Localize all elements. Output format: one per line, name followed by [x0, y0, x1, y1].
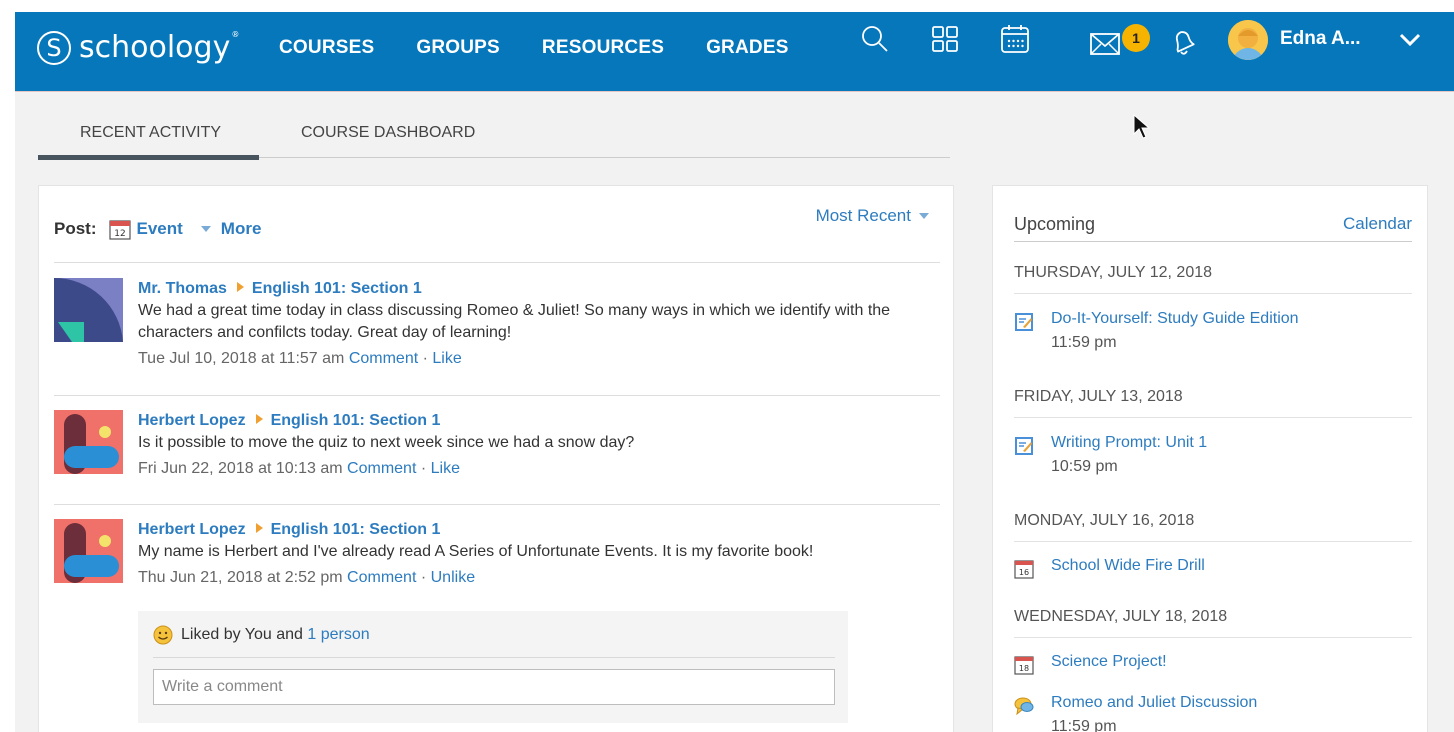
divider — [54, 504, 940, 505]
likes-summary: Liked by You and 1 person — [153, 625, 370, 645]
feed-item-body: Mr. Thomas English 101: Section 1 We had … — [138, 278, 938, 370]
user-avatar[interactable] — [54, 519, 123, 583]
upcoming-header: Upcoming Calendar — [1014, 212, 1412, 242]
event-time: 11:59 pm — [1051, 334, 1117, 351]
course-avatar[interactable] — [54, 278, 123, 342]
activity-tabs: RECENT ACTIVITY COURSE DASHBOARD — [38, 110, 950, 160]
post-time: Thu Jun 21, 2018 at 2:52 pm — [138, 569, 343, 586]
user-avatar[interactable] — [1228, 20, 1268, 60]
discussion-icon — [1014, 697, 1034, 716]
post-text: Is it possible to move the quiz to next … — [138, 434, 635, 451]
post-meta: Tue Jul 10, 2018 at 11:57 am Comment · L… — [138, 350, 462, 367]
day-heading: MONDAY, JULY 16, 2018 — [1014, 512, 1412, 542]
search-icon[interactable] — [858, 22, 892, 56]
like-link[interactable]: Like — [432, 350, 461, 367]
divider — [54, 395, 940, 396]
sort-dropdown[interactable]: Most Recent — [816, 206, 929, 226]
schoology-logo[interactable]: S schoology® — [37, 30, 239, 65]
post-text: My name is Herbert and I've already read… — [138, 543, 814, 560]
active-tab-indicator — [38, 155, 259, 160]
author-link[interactable]: Mr. Thomas — [138, 280, 227, 297]
comment-link[interactable]: Comment — [349, 350, 418, 367]
post-meta: Fri Jun 22, 2018 at 10:13 am Comment · L… — [138, 460, 460, 477]
event-time: 10:59 pm — [1051, 458, 1118, 475]
user-avatar[interactable] — [54, 410, 123, 474]
course-link[interactable]: English 101: Section 1 — [252, 280, 422, 297]
user-name[interactable]: Edna A... — [1280, 28, 1361, 50]
notifications-bell-icon[interactable] — [1166, 26, 1200, 60]
comment-input[interactable] — [153, 669, 835, 705]
day-heading: THURSDAY, JULY 12, 2018 — [1014, 264, 1412, 294]
assignment-icon — [1015, 437, 1033, 455]
main-nav: COURSES GROUPS RESOURCES GRADES — [279, 37, 831, 59]
unlike-link[interactable]: Unlike — [431, 569, 475, 586]
event-title[interactable]: School Wide Fire Drill — [1051, 557, 1205, 575]
caret-down-icon — [919, 213, 929, 219]
post-more-button[interactable]: More — [200, 219, 261, 239]
calendar-icon[interactable] — [998, 22, 1032, 56]
logo-mark: S — [37, 30, 71, 65]
event-title[interactable]: Writing Prompt: Unit 1 — [1051, 434, 1207, 452]
chevron-down-icon[interactable] — [1398, 30, 1422, 50]
liked-by-people-link[interactable]: 1 person — [307, 626, 369, 644]
tab-course-dashboard[interactable]: COURSE DASHBOARD — [301, 124, 475, 142]
svg-text:18: 18 — [1019, 664, 1029, 673]
likes-comments-box: Liked by You and 1 person — [138, 611, 848, 723]
divider — [153, 657, 835, 658]
calendar-icon: 18 — [1014, 656, 1034, 675]
event-title[interactable]: Do-It-Yourself: Study Guide Edition — [1051, 310, 1299, 328]
post-bar: Post: 12 Event More — [54, 218, 261, 240]
day-heading: FRIDAY, JULY 13, 2018 — [1014, 388, 1412, 418]
post-meta: Thu Jun 21, 2018 at 2:52 pm Comment · Un… — [138, 569, 476, 586]
course-link[interactable]: English 101: Section 1 — [271, 412, 441, 429]
post-label: Post: — [54, 219, 97, 238]
caret-down-icon — [200, 226, 211, 232]
nav-groups[interactable]: GROUPS — [416, 37, 500, 59]
assignment-icon — [1015, 313, 1033, 331]
svg-text:16: 16 — [1019, 568, 1029, 577]
upcoming-panel: Upcoming Calendar THURSDAY, JULY 12, 201… — [992, 185, 1428, 732]
comment-link[interactable]: Comment — [347, 460, 416, 477]
like-link[interactable]: Like — [431, 460, 460, 477]
event-title[interactable]: Romeo and Juliet Discussion — [1051, 694, 1257, 712]
event-calendar-icon: 12 — [108, 220, 131, 240]
calendar-icon: 16 — [1014, 560, 1034, 579]
upcoming-title: Upcoming — [1014, 214, 1096, 234]
svg-text:12: 12 — [114, 229, 125, 239]
nav-grades[interactable]: GRADES — [706, 37, 789, 59]
feed-item-body: Herbert Lopez English 101: Section 1 Is i… — [138, 410, 938, 480]
day-heading: WEDNESDAY, JULY 18, 2018 — [1014, 608, 1412, 638]
feed-item-body: Herbert Lopez English 101: Section 1 My n… — [138, 519, 938, 589]
tab-recent-activity[interactable]: RECENT ACTIVITY — [80, 124, 221, 142]
post-time: Fri Jun 22, 2018 at 10:13 am — [138, 460, 343, 477]
arrow-right-icon — [255, 523, 263, 533]
author-link[interactable]: Herbert Lopez — [138, 521, 246, 538]
messages-icon[interactable] — [1088, 28, 1122, 62]
author-link[interactable]: Herbert Lopez — [138, 412, 246, 429]
messages-badge: 1 — [1122, 24, 1150, 52]
apps-grid-icon[interactable] — [928, 22, 962, 56]
smiley-icon — [153, 625, 173, 645]
arrow-right-icon — [236, 282, 244, 292]
mouse-cursor-icon — [1133, 114, 1151, 139]
comment-link[interactable]: Comment — [347, 569, 416, 586]
activity-feed: Post: 12 Event More Most Recent Mr. Thom… — [38, 185, 954, 732]
event-title[interactable]: Science Project! — [1051, 653, 1167, 671]
event-time: 11:59 pm — [1051, 718, 1117, 732]
post-time: Tue Jul 10, 2018 at 11:57 am — [138, 350, 345, 367]
arrow-right-icon — [255, 414, 263, 424]
post-event-button[interactable]: Event — [137, 219, 183, 239]
divider — [54, 262, 940, 263]
nav-resources[interactable]: RESOURCES — [542, 37, 664, 59]
course-link[interactable]: English 101: Section 1 — [271, 521, 441, 538]
logo-text: schoology® — [79, 30, 240, 65]
post-text: We had a great time today in class discu… — [138, 302, 891, 341]
nav-courses[interactable]: COURSES — [279, 37, 374, 59]
calendar-link[interactable]: Calendar — [1343, 214, 1412, 234]
